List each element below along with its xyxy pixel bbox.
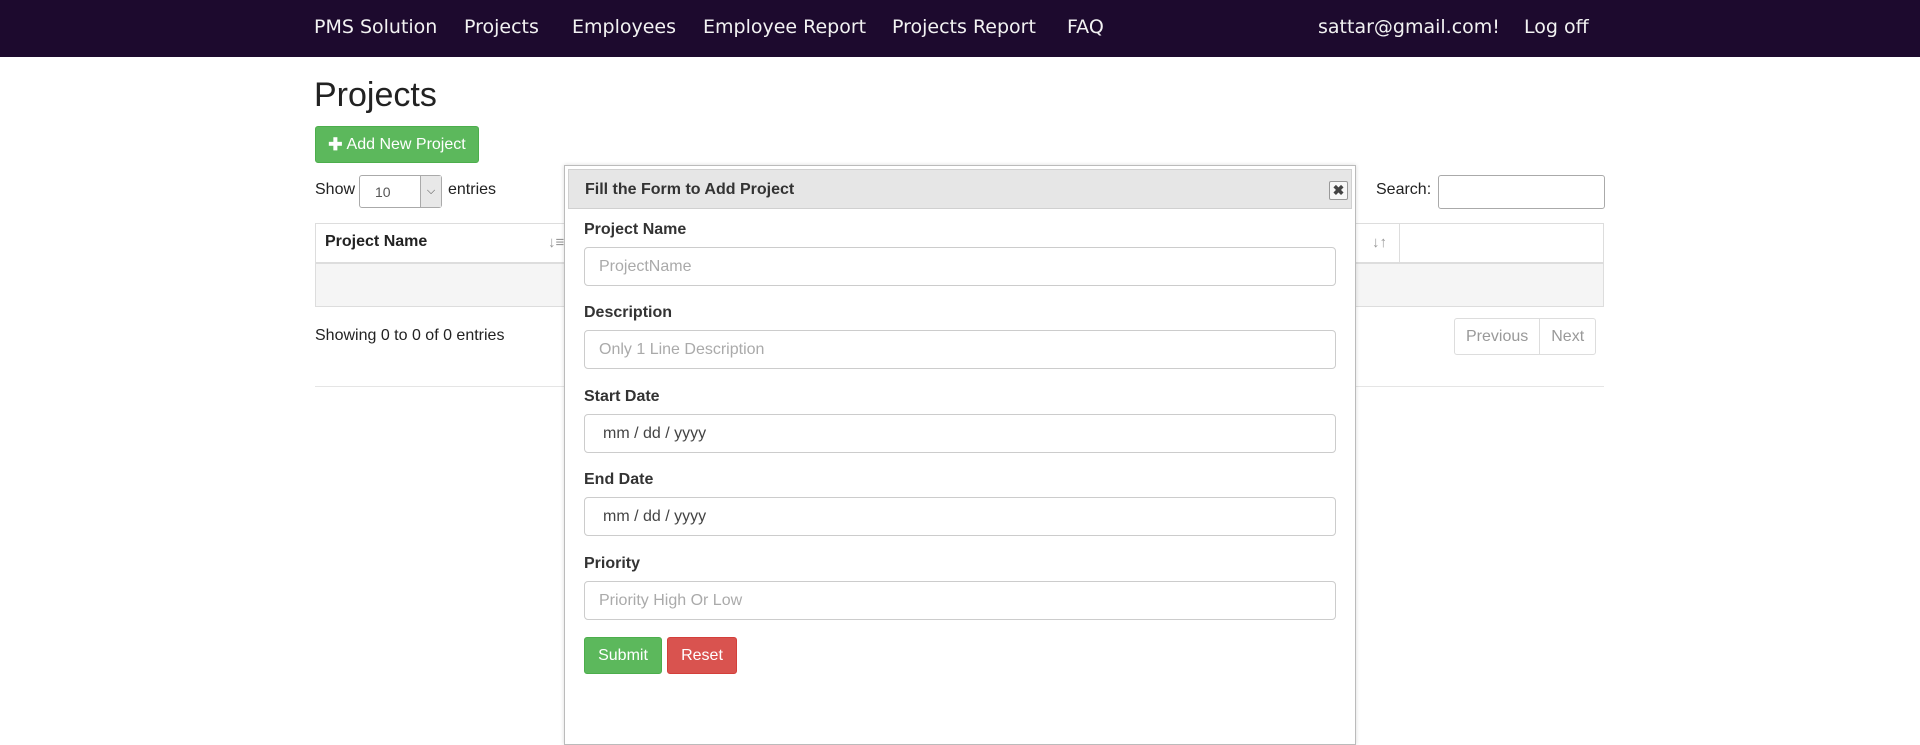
top-navbar: PMS Solution Projects Employees Employee… <box>0 0 1920 57</box>
page-title: Projects <box>314 76 437 114</box>
search-input[interactable] <box>1438 175 1605 209</box>
start-date-placeholder: mm / dd / yyyy <box>603 425 707 442</box>
show-label: Show <box>315 181 356 198</box>
modal-title: Fill the Form to Add Project <box>585 181 795 198</box>
previous-page-button[interactable]: Previous <box>1455 319 1539 354</box>
entries-length-value: 10 <box>375 184 391 200</box>
submit-button[interactable]: Submit <box>584 637 662 674</box>
user-email-link[interactable]: sattar@gmail.com! <box>1318 16 1500 38</box>
nav-employee-report[interactable]: Employee Report <box>703 16 866 38</box>
description-label: Description <box>584 304 673 321</box>
add-new-project-label: Add New Project <box>346 135 466 153</box>
sort-asc-icon[interactable]: ↓≡ <box>548 234 564 251</box>
table-info: Showing 0 to 0 of 0 entries <box>315 327 505 344</box>
column-header-project-name[interactable]: Project Name <box>325 233 427 251</box>
entries-label: entries <box>448 181 497 198</box>
next-page-button[interactable]: Next <box>1539 319 1595 354</box>
start-date-label: Start Date <box>584 388 660 405</box>
description-input[interactable] <box>584 330 1336 369</box>
plus-icon: ✚ <box>328 134 343 154</box>
add-new-project-button[interactable]: ✚ Add New Project <box>315 126 479 163</box>
pagination: Previous Next <box>1454 318 1597 355</box>
search-label: Search: <box>1376 181 1432 198</box>
end-date-label: End Date <box>584 471 654 488</box>
start-date-input[interactable]: mm / dd / yyyy <box>584 414 1336 453</box>
project-name-input[interactable] <box>584 247 1336 286</box>
logoff-link[interactable]: Log off <box>1524 16 1589 38</box>
modal-header: Fill the Form to Add Project ✖ <box>568 169 1352 209</box>
end-date-input[interactable]: mm / dd / yyyy <box>584 497 1336 536</box>
close-icon[interactable]: ✖ <box>1329 181 1348 200</box>
chevron-down-icon: ⌵ <box>420 176 441 207</box>
column-divider <box>1399 224 1400 263</box>
nav-faq[interactable]: FAQ <box>1067 16 1104 38</box>
end-date-placeholder: mm / dd / yyyy <box>603 508 707 525</box>
nav-projects[interactable]: Projects <box>464 16 539 38</box>
nav-projects-report[interactable]: Projects Report <box>892 16 1036 38</box>
add-project-modal: Fill the Form to Add Project ✖ Project N… <box>564 165 1356 745</box>
nav-employees[interactable]: Employees <box>572 16 676 38</box>
priority-input[interactable] <box>584 581 1336 620</box>
reset-button[interactable]: Reset <box>667 637 737 674</box>
priority-label: Priority <box>584 555 641 572</box>
sort-icon[interactable]: ↓↑ <box>1372 234 1387 251</box>
brand-link[interactable]: PMS Solution <box>314 16 437 38</box>
project-name-label: Project Name <box>584 221 687 238</box>
entries-length-select[interactable]: 10 ⌵ <box>359 175 442 208</box>
